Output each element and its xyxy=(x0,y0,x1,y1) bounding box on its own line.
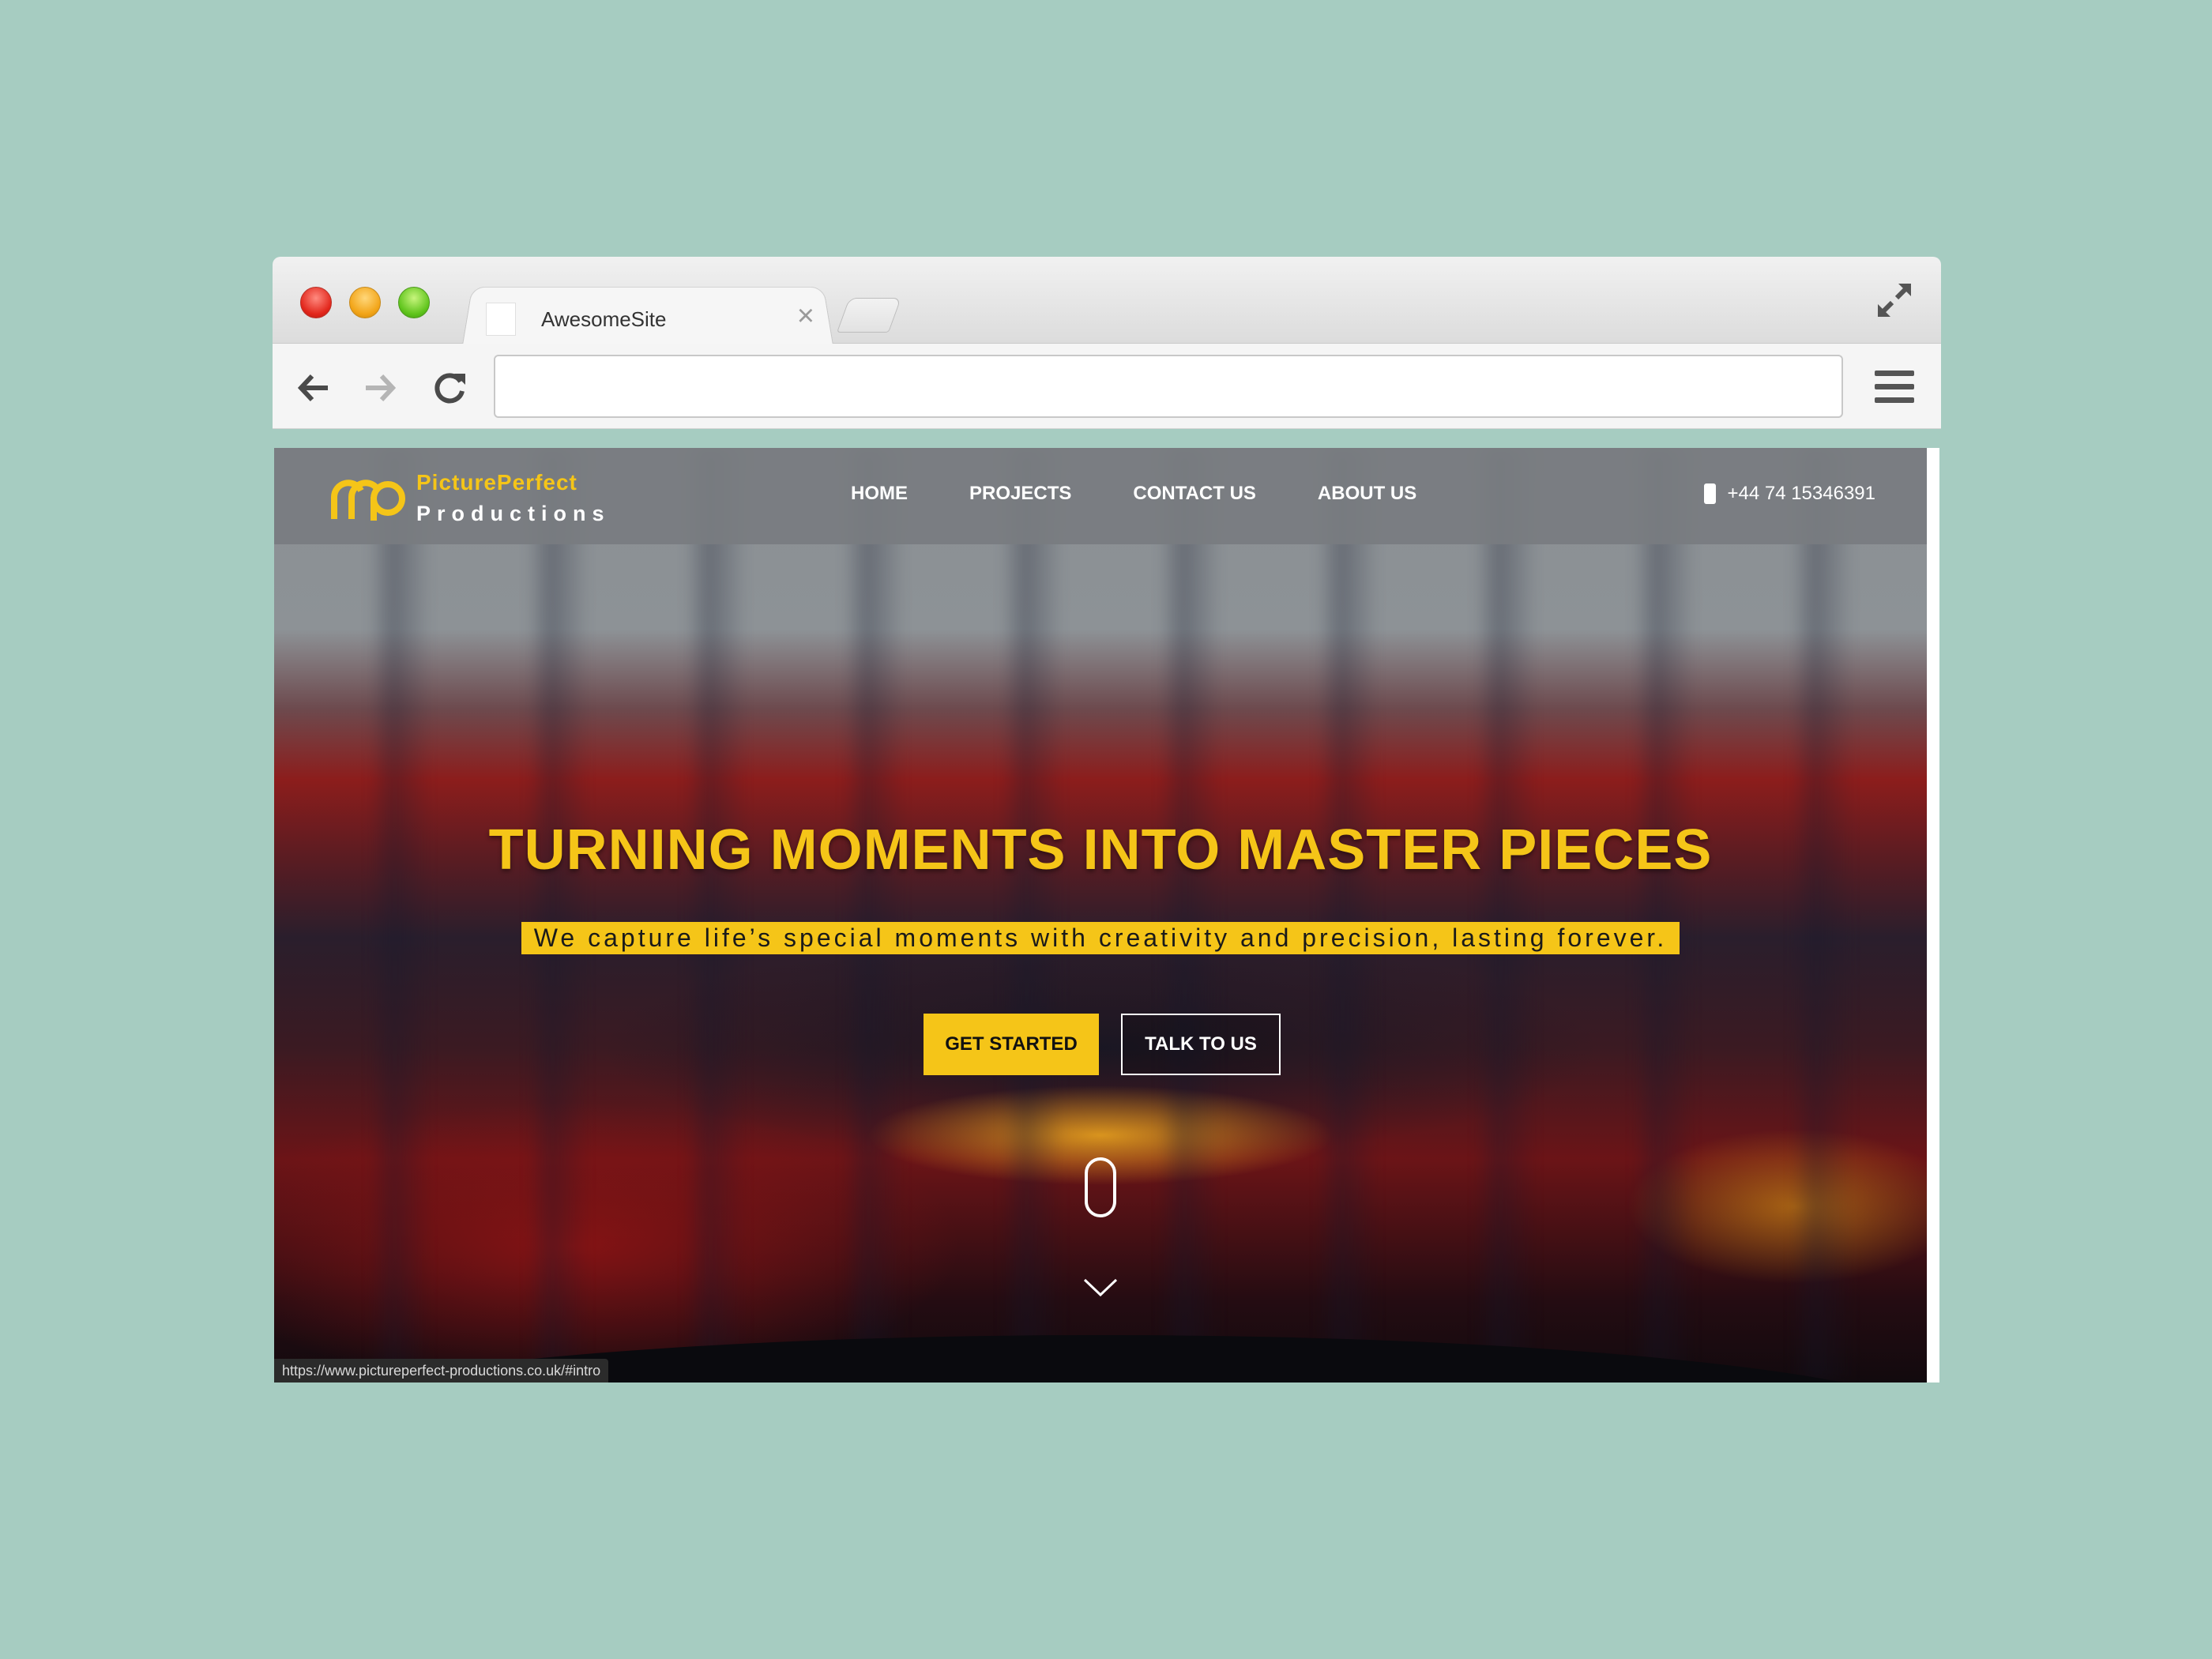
hero-background-blur xyxy=(274,448,1927,1382)
page-viewport: PicturePerfect Productions HOME PROJECTS… xyxy=(274,448,1939,1382)
hamburger-menu-icon[interactable] xyxy=(1875,371,1914,404)
main-nav: HOME PROJECTS CONTACT US ABOUT US xyxy=(851,483,1416,505)
address-bar-input[interactable] xyxy=(494,355,1843,418)
talk-to-us-button[interactable]: TALK TO US xyxy=(1121,1014,1281,1075)
nav-contact-link[interactable]: CONTACT US xyxy=(1133,483,1256,505)
site-navbar: PicturePerfect Productions HOME PROJECTS… xyxy=(274,448,1927,544)
phone-contact[interactable]: +44 74 15346391 xyxy=(1704,483,1875,505)
fullscreen-icon[interactable] xyxy=(1875,280,1914,320)
get-started-button[interactable]: GET STARTED xyxy=(924,1014,1099,1075)
browser-tab-content: AwesomeSite × xyxy=(486,296,818,344)
reload-icon[interactable] xyxy=(431,369,468,407)
forward-arrow-icon[interactable] xyxy=(361,369,399,407)
logo-name: PicturePerfect xyxy=(416,470,577,495)
site-logo[interactable]: PicturePerfect Productions xyxy=(329,467,614,530)
close-window-button[interactable] xyxy=(300,287,332,318)
mouse-scroll-icon[interactable] xyxy=(1085,1157,1116,1217)
logo-mark-icon xyxy=(331,480,405,521)
tab-title: AwesomeSite xyxy=(541,307,667,331)
nav-about-link[interactable]: ABOUT US xyxy=(1318,483,1416,505)
hero-subtitle-wrapper: We capture life’s special moments with c… xyxy=(274,922,1927,954)
new-tab-button[interactable] xyxy=(836,298,902,333)
chevron-down-icon[interactable] xyxy=(1083,1277,1118,1298)
phone-icon xyxy=(1704,483,1717,504)
browser-window: AwesomeSite × PicturePerfect Productions… xyxy=(273,257,1941,1382)
nav-home-link[interactable]: HOME xyxy=(851,483,908,505)
browser-toolbar xyxy=(273,344,1941,429)
page-favicon-icon xyxy=(486,303,516,336)
minimize-window-button[interactable] xyxy=(349,287,381,318)
status-bar-url: https://www.pictureperfect-productions.c… xyxy=(274,1359,609,1382)
tab-close-icon[interactable]: × xyxy=(797,301,814,331)
browser-titlebar: AwesomeSite × xyxy=(273,257,1941,345)
phone-number: +44 74 15346391 xyxy=(1727,483,1875,504)
maximize-window-button[interactable] xyxy=(398,287,430,318)
hero-subtitle: We capture life’s special moments with c… xyxy=(521,922,1680,954)
logo-tagline: Productions xyxy=(416,502,611,525)
hero-title: TURNING MOMENTS INTO MASTER PIECES xyxy=(488,818,1713,882)
website: PicturePerfect Productions HOME PROJECTS… xyxy=(274,448,1927,1382)
nav-projects-link[interactable]: PROJECTS xyxy=(969,483,1071,505)
back-arrow-icon[interactable] xyxy=(295,369,333,407)
